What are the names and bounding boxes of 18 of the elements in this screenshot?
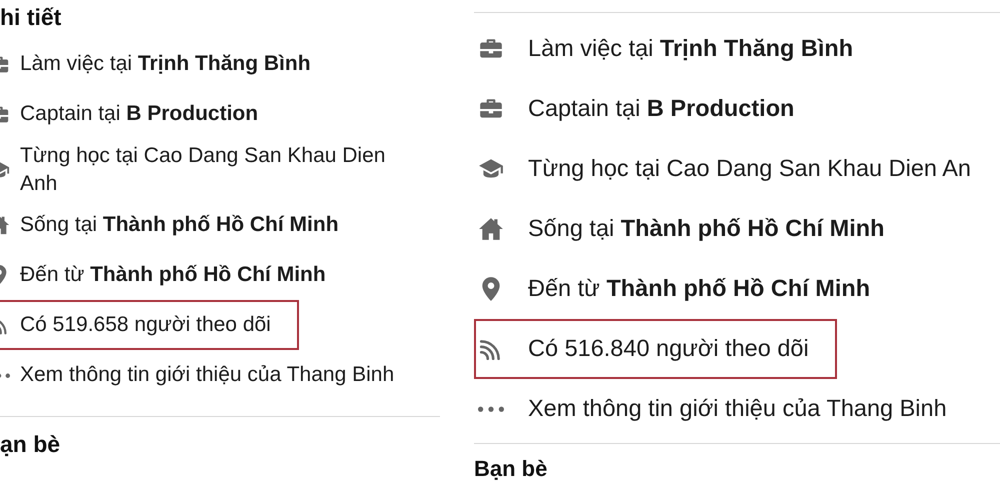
section-heading: hi tiết (0, 4, 62, 32)
section-heading: Bạn bè (474, 456, 548, 482)
profile-detail: Sống tại Thành phố Hồ Chí Minh (20, 212, 339, 238)
see-about-link[interactable]: Xem thông tin giới thiệu của Thang Binh (20, 361, 394, 390)
profile-detail: Từng học tại Cao Dang San Khau Dien An (528, 154, 971, 184)
profile-detail: Captain tại B Production (528, 94, 794, 124)
profile-detail: Đến từ Thành phố Hồ Chí Minh (528, 274, 870, 304)
see-about-link[interactable]: Xem thông tin giới thiệu của Thang Binh (528, 393, 947, 425)
profile-detail: Làm việc tại Trịnh Thăng Bình (528, 34, 854, 64)
home-icon (478, 216, 504, 242)
profile-detail: Làm việc tại Trịnh Thăng Bình (20, 51, 311, 78)
profile-detail: Captain tại B Production (20, 101, 258, 128)
section-heading: ạn bè (0, 431, 62, 459)
profile-detail: Có 519.658 người theo dõi (20, 312, 271, 338)
profile-detail: Có 516.840 người theo dõi (528, 334, 809, 364)
profile-detail: Sống tại Thành phố Hồ Chí Minh (528, 214, 884, 244)
profile-detail: Đến từ Thành phố Hồ Chí Minh (20, 262, 326, 288)
profile-detail: Từng học tại Cao Dang San Khau Dien Anh (20, 142, 386, 197)
